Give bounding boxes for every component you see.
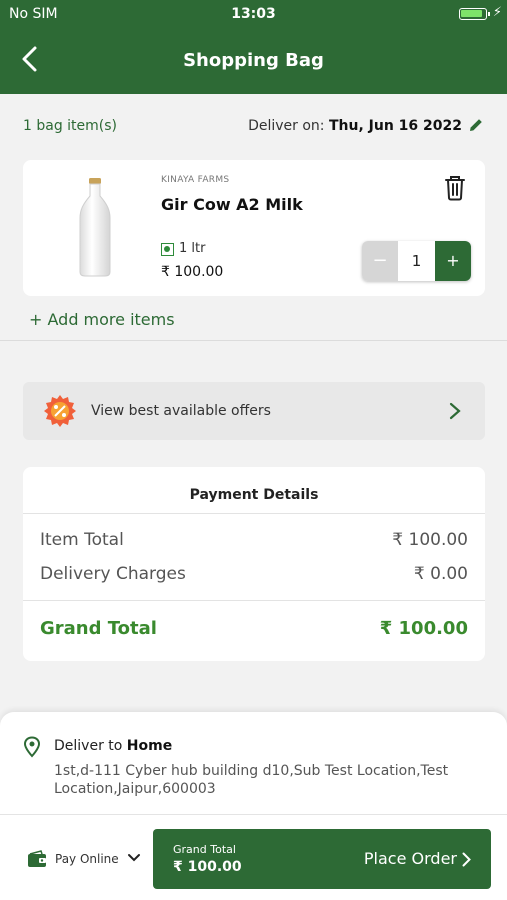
grand-total-label: Grand Total xyxy=(40,618,157,639)
section-divider xyxy=(0,340,507,341)
bag-item-count: 1 bag item(s) xyxy=(23,118,118,134)
trash-icon[interactable] xyxy=(443,175,467,201)
quantity-stepper: − 1 + xyxy=(362,241,471,281)
grand-total-value: ₹ 100.00 xyxy=(379,618,468,639)
product-size: 1 ltr xyxy=(179,241,206,256)
deliver-date-value: Thu, Jun 16 2022 xyxy=(328,118,462,134)
offers-label: View best available offers xyxy=(91,403,271,419)
order-total-amount: ₹ 100.00 xyxy=(173,859,242,875)
discount-badge-icon xyxy=(44,395,76,427)
wallet-icon xyxy=(28,850,46,867)
deliver-to-prefix: Deliver to xyxy=(54,738,127,754)
product-price: ₹ 100.00 xyxy=(161,264,224,280)
product-brand: KINAYA FARMS xyxy=(161,175,230,185)
deliver-on-label: Deliver on: xyxy=(248,118,325,134)
decrease-quantity-button[interactable]: − xyxy=(362,241,398,281)
chevron-right-icon xyxy=(462,852,471,867)
clock: 13:03 xyxy=(231,6,276,22)
item-total-label: Item Total xyxy=(40,530,124,550)
battery-icon xyxy=(459,8,490,20)
checkout-footer: Pay Online Grand Total ₹ 100.00 Place Or… xyxy=(0,814,507,900)
pencil-edit-icon[interactable] xyxy=(467,116,485,134)
delivery-charges-label: Delivery Charges xyxy=(40,564,186,584)
chevron-down-icon[interactable] xyxy=(127,853,141,863)
product-name[interactable]: Gir Cow A2 Milk xyxy=(161,195,303,214)
location-pin-icon xyxy=(23,736,41,758)
add-more-items-link[interactable]: + Add more items xyxy=(29,310,175,329)
milk-bottle-image xyxy=(79,178,111,277)
increase-quantity-button[interactable]: + xyxy=(435,241,471,281)
charging-icon: ⚡ xyxy=(492,5,502,20)
payment-method-selector[interactable]: Pay Online xyxy=(55,852,119,866)
quantity-value: 1 xyxy=(411,252,422,270)
bag-summary-bar: 1 bag item(s) Deliver on: Thu, Jun 16 20… xyxy=(0,94,507,154)
delivery-address: 1st,d-111 Cyber hub building d10,Sub Tes… xyxy=(54,763,449,797)
veg-indicator-icon xyxy=(161,243,174,256)
payment-details-title: Payment Details xyxy=(189,487,319,503)
order-total-label: Grand Total xyxy=(173,843,236,856)
item-total-value: ₹ 100.00 xyxy=(392,530,468,550)
place-order-button[interactable]: Grand Total ₹ 100.00 Place Order xyxy=(153,829,491,889)
chevron-right-icon xyxy=(449,402,461,420)
deliver-to-heading: Deliver to Home xyxy=(54,738,172,754)
delivery-address-panel[interactable]: Deliver to Home 1st,d-111 Cyber hub buil… xyxy=(0,712,507,822)
divider xyxy=(23,600,485,601)
payment-details-card: Payment Details Item Total ₹ 100.00 Deli… xyxy=(23,467,485,661)
app-header: No SIM 13:03 ⚡ Shopping Bag xyxy=(0,0,507,94)
cart-item-card: KINAYA FARMS Gir Cow A2 Milk 1 ltr ₹ 100… xyxy=(23,160,485,296)
place-order-label: Place Order xyxy=(363,849,457,868)
divider xyxy=(23,513,485,514)
status-bar: No SIM 13:03 ⚡ xyxy=(0,0,507,28)
address-label: Home xyxy=(126,738,173,754)
delivery-date: Deliver on: Thu, Jun 16 2022 xyxy=(248,118,462,134)
page-title: Shopping Bag xyxy=(183,50,324,71)
delivery-charges-value: ₹ 0.00 xyxy=(413,564,468,584)
offers-banner[interactable]: View best available offers xyxy=(23,382,485,440)
